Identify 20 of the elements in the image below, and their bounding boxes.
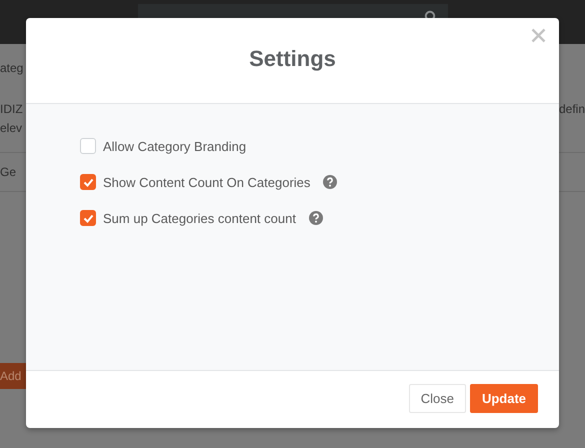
help-icon[interactable] [308, 211, 323, 225]
checkmark-icon [82, 178, 94, 186]
checkbox[interactable] [80, 174, 96, 190]
checkbox-label: Sum up Categories content count [103, 210, 296, 226]
checkmark-icon [82, 214, 94, 222]
checkbox[interactable] [80, 210, 96, 226]
description-text: IDIZ [0, 101, 24, 118]
checkbox-label: Allow Category Branding [103, 138, 246, 154]
tab-label[interactable]: Ge [0, 165, 16, 179]
page-heading: ateg [0, 61, 24, 75]
description-text: defin [559, 102, 585, 116]
dialog-title: Settings [249, 46, 336, 72]
description-text: elev [0, 120, 24, 137]
checkbox[interactable] [80, 138, 96, 154]
close-button[interactable]: Close [408, 384, 466, 413]
close-icon[interactable] [531, 28, 546, 43]
add-button[interactable]: Add [0, 363, 26, 389]
help-icon[interactable] [323, 175, 338, 189]
checkbox-label: Show Content Count On Categories [103, 174, 310, 190]
update-button[interactable]: Update [470, 384, 538, 413]
